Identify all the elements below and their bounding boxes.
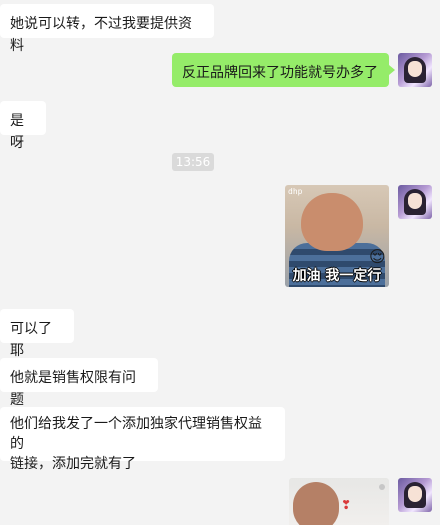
avatar-face bbox=[408, 193, 422, 209]
avatar[interactable] bbox=[398, 185, 432, 219]
sticker-face bbox=[301, 193, 363, 251]
message-text-line-1: 他们给我发了一个添加独家代理销售权益的 bbox=[10, 416, 262, 452]
message-text: 是呀 bbox=[10, 113, 24, 151]
timestamp-badge: 13:56 bbox=[172, 153, 214, 171]
message-received-5[interactable]: 他们给我发了一个添加独家代理销售权益的 链接，添加完就有了 bbox=[0, 407, 285, 472]
photo-decoration bbox=[379, 484, 385, 490]
photo-subject bbox=[293, 482, 339, 525]
avatar-face bbox=[408, 486, 422, 502]
message-text-line-2: 链接，添加完就有了 bbox=[10, 456, 136, 472]
avatar[interactable] bbox=[398, 53, 432, 87]
message-received-4[interactable]: 他就是销售权限有问题 bbox=[0, 358, 158, 408]
message-text: 可以了耶 bbox=[10, 321, 52, 359]
sticker-caption: 加油 我一定行 bbox=[292, 268, 382, 284]
avatar[interactable] bbox=[398, 478, 432, 512]
message-received-2[interactable]: 是呀 bbox=[0, 101, 46, 151]
avatar-face bbox=[408, 61, 422, 77]
message-sent-1[interactable]: 反正品牌回来了功能就号办多了 bbox=[172, 53, 395, 87]
message-text: 他就是销售权限有问题 bbox=[10, 370, 136, 408]
message-text: 反正品牌回来了功能就号办多了 bbox=[182, 65, 378, 81]
message-text: 她说可以转，不过我要提供资料 bbox=[10, 16, 192, 54]
sticker-message[interactable]: dhp 😌 加油 我一定行 bbox=[285, 185, 389, 287]
heart-icon: ❣ bbox=[341, 498, 352, 512]
sticker-tag: dhp bbox=[288, 187, 303, 196]
message-received-3[interactable]: 可以了耶 bbox=[0, 309, 74, 359]
photo-message[interactable]: ❣ bbox=[289, 478, 389, 525]
message-received-1[interactable]: 她说可以转，不过我要提供资料 bbox=[0, 4, 214, 54]
relieved-face-icon: 😌 bbox=[369, 247, 386, 266]
